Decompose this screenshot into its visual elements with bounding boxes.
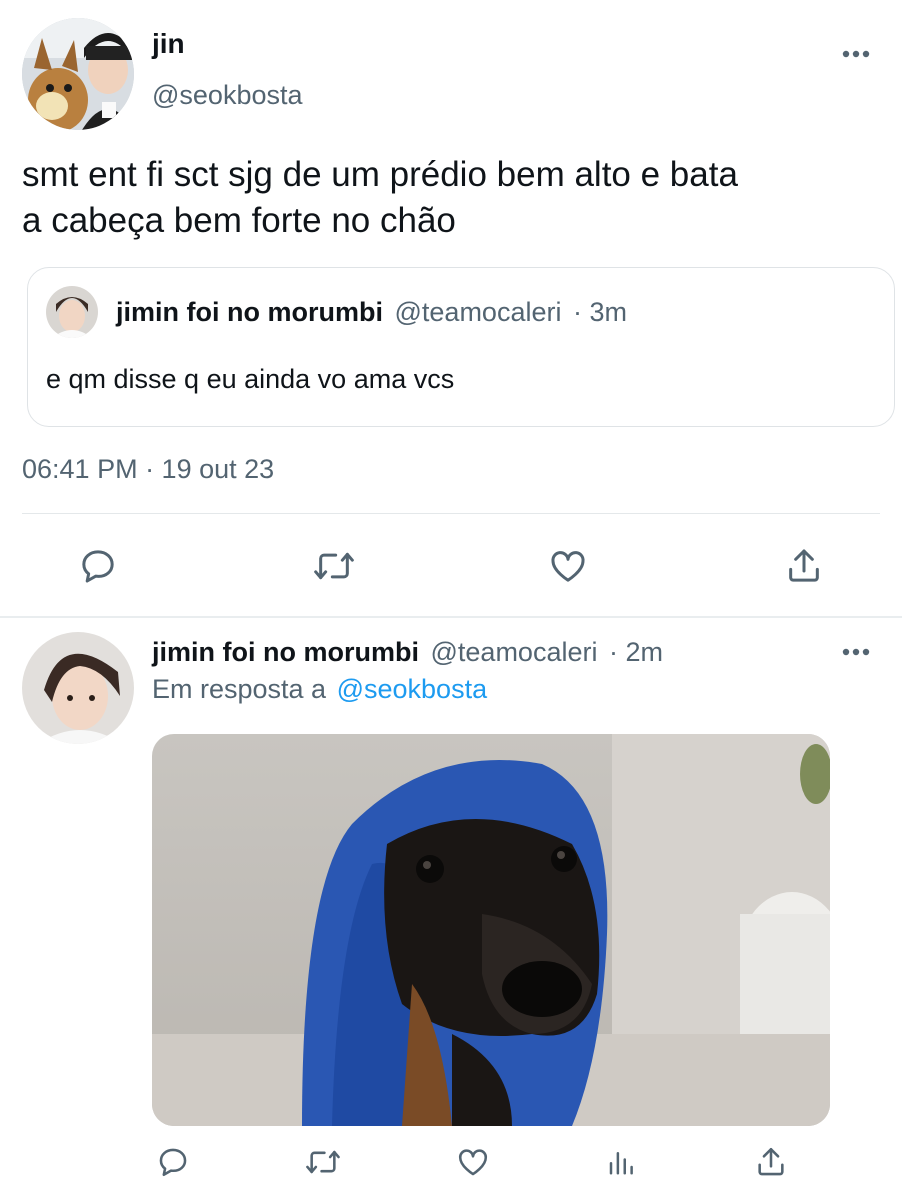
reply-author-name[interactable]: jimin foi no morumbi (152, 637, 419, 667)
reply-reply-button[interactable] (152, 1140, 194, 1184)
main-reply-button[interactable] (74, 542, 122, 590)
quoted-tweet-time: · 3m (573, 297, 627, 327)
reply-retweet-button[interactable] (300, 1140, 346, 1184)
reply-context-label: Em resposta a (152, 674, 327, 704)
analytics-icon (609, 1152, 633, 1175)
divider (22, 513, 880, 514)
reply-tweet-header: jimin foi no morumbi @teamocaleri · 2m (152, 634, 663, 670)
reply-more-button[interactable] (834, 636, 878, 668)
main-tweet-text-line: smt ent fi sct sjg de um prédio bem alto… (22, 155, 738, 194)
quoted-tweet-text: e qm disse q eu ainda vo ama vcs (46, 364, 455, 394)
quoted-author-handle: @teamocaleri (394, 297, 562, 327)
main-author-avatar[interactable] (22, 18, 134, 130)
more-horizontal-icon (842, 648, 870, 656)
reply-to-mention-link[interactable]: @seokbosta (337, 674, 488, 704)
share-icon (758, 1147, 784, 1176)
reply-tweet-time[interactable]: · 2m (609, 637, 663, 667)
reply-views-button[interactable] (600, 1140, 642, 1184)
heart-icon (551, 551, 585, 582)
main-retweet-button[interactable] (308, 542, 360, 590)
quoted-tweet-card[interactable] (27, 267, 895, 427)
retweet-icon (306, 1150, 340, 1174)
retweet-icon (314, 552, 354, 580)
quoted-author-name: jimin foi no morumbi (116, 297, 383, 327)
reply-icon (82, 550, 114, 583)
main-tweet-text: smt ent fi sct sjg de um prédio bem alto… (22, 152, 738, 244)
reply-author-avatar[interactable] (22, 632, 134, 744)
quoted-tweet-header: jimin foi no morumbi @teamocaleri · 3m (116, 294, 627, 330)
reply-like-button[interactable] (452, 1140, 494, 1184)
reply-media-image[interactable] (152, 734, 830, 1126)
main-tweet-text-line: a cabeça bem forte no chão (22, 201, 456, 240)
reply-context: Em resposta a @seokbosta (152, 672, 487, 706)
reply-share-button[interactable] (750, 1140, 792, 1184)
reply-author-handle[interactable]: @teamocaleri (431, 637, 598, 667)
main-tweet-timestamp[interactable]: 06:41 PM · 19 out 23 (22, 452, 274, 486)
main-more-button[interactable] (834, 38, 878, 70)
main-author-handle[interactable]: @seokbosta (152, 78, 303, 112)
share-icon (789, 549, 819, 582)
tweet-separator (0, 616, 902, 618)
main-author-name[interactable]: jin (152, 26, 185, 62)
reply-icon (159, 1148, 187, 1177)
main-share-button[interactable] (780, 542, 828, 590)
heart-icon (458, 1149, 488, 1176)
main-like-button[interactable] (544, 542, 592, 590)
quoted-author-avatar (46, 286, 98, 338)
more-horizontal-icon (842, 50, 870, 58)
